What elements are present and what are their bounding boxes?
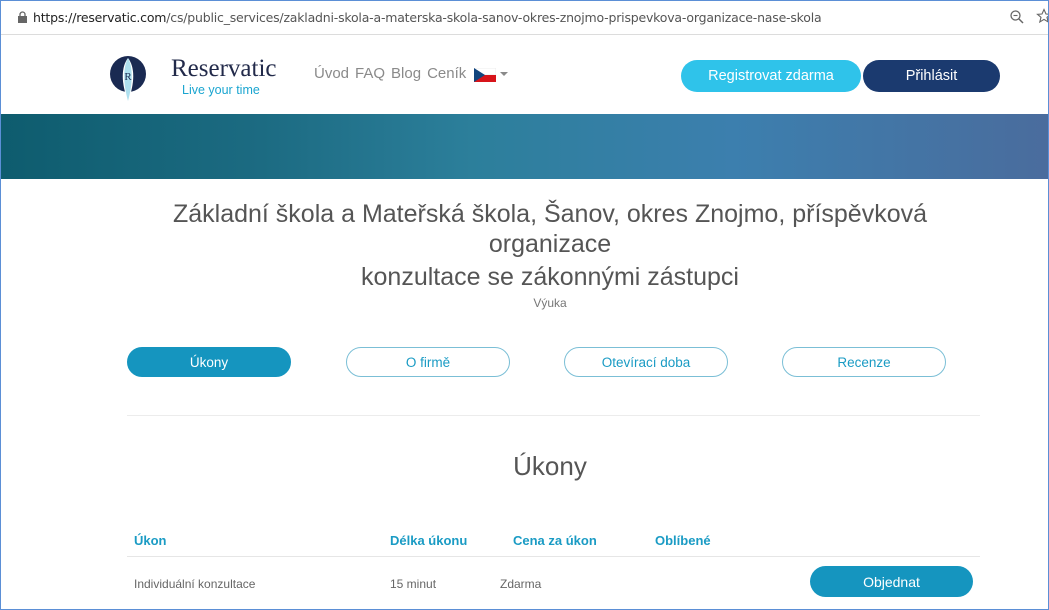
column-header-cena: Cena za úkon: [513, 533, 597, 548]
language-caret-icon[interactable]: [500, 71, 509, 77]
section-title: Úkony: [513, 451, 587, 481]
order-button[interactable]: Objednat: [810, 566, 973, 597]
column-header-oblibene: Oblíbené: [655, 533, 711, 548]
register-button[interactable]: Registrovat zdarma: [681, 60, 861, 92]
row-service-name: Individuální konzultace: [134, 577, 256, 591]
main-nav: Úvod FAQ Blog Ceník: [314, 65, 509, 82]
tab-recenze[interactable]: Recenze: [782, 347, 946, 377]
url-text[interactable]: https://reservatic.com/cs/public_service…: [33, 10, 822, 25]
row-duration: 15 minut: [390, 577, 437, 591]
nav-faq[interactable]: FAQ: [355, 65, 385, 82]
nav-uvod[interactable]: Úvod: [314, 65, 349, 82]
row-price: Zdarma: [500, 577, 542, 591]
browser-address-bar[interactable]: https://reservatic.com/cs/public_service…: [0, 0, 1049, 35]
site-header: R Reservatic Live your time Úvod FAQ Blo…: [0, 35, 1049, 114]
reservatic-logo-icon[interactable]: R: [109, 55, 147, 103]
czech-flag-icon[interactable]: [474, 67, 497, 82]
brand-tagline: Live your time: [182, 83, 260, 97]
service-subtitle: konzultace se zákonnými zástupci: [361, 263, 739, 291]
page-title: Základní škola a Mateřská škola, Šanov, …: [172, 200, 928, 258]
nav-cenik[interactable]: Ceník: [427, 65, 466, 82]
service-category: Výuka: [533, 296, 567, 310]
zoom-icon[interactable]: [1009, 9, 1025, 25]
url-path: /cs/public_services/zakladni-skola-a-mat…: [166, 10, 822, 25]
brand-name[interactable]: Reservatic: [171, 55, 277, 83]
section-divider: [127, 415, 980, 416]
tab-ukony[interactable]: Úkony: [127, 347, 291, 377]
svg-text:R: R: [124, 71, 132, 83]
column-header-delka: Délka úkonu: [390, 533, 468, 548]
column-header-ukon: Úkon: [134, 533, 167, 548]
nav-blog[interactable]: Blog: [391, 65, 421, 82]
url-host: https://reservatic.com: [33, 10, 167, 25]
tab-o-firme[interactable]: O firmě: [346, 347, 510, 377]
hero-banner: [0, 114, 1049, 179]
bookmark-star-icon[interactable]: [1036, 8, 1049, 24]
lock-icon: [18, 11, 27, 23]
tab-oteviraci-doba[interactable]: Otevírací doba: [564, 347, 728, 377]
table-header-divider: [127, 556, 980, 557]
login-button[interactable]: Přihlásit: [863, 60, 1000, 92]
